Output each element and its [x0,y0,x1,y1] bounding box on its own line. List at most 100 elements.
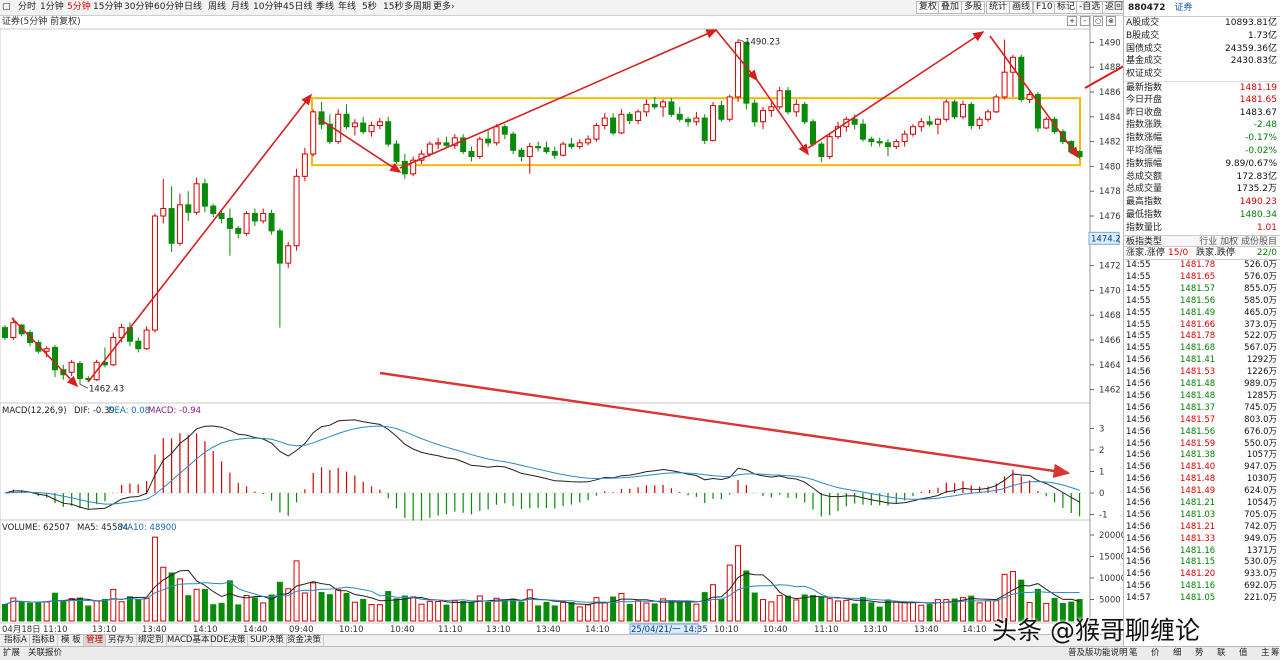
stat-value: 172.83亿 [1236,171,1278,182]
volume-bar [635,600,642,622]
candle-body [760,110,767,123]
indicator-tab-1[interactable]: 指标B [30,635,58,646]
candle-body [368,124,375,133]
candle-body [718,105,725,120]
indicator-tab-6[interactable]: MACD基本 [165,635,213,646]
tick-list[interactable]: 14:55 1481.78 526.0万 14:55 1481.65 576.0万 14:5… [1124,260,1280,605]
tick-volume: 550.0万 [1244,438,1277,449]
candle-body [801,103,808,123]
candle-body [68,361,75,373]
volume-bar [818,597,825,622]
volume-ma10-label: MA10: 48900 [120,523,177,533]
tick-volume: 465.0万 [1244,307,1277,318]
candle-body [993,96,1000,113]
candle-body [443,142,450,146]
volume-bar [776,594,783,622]
candle-body [268,213,275,232]
volume-bar [810,595,817,622]
advance-label: 涨家.涨停 [1126,248,1165,259]
x-tick-label: 25/04/21/一 14:35 [631,625,708,634]
stat-row: 指数振幅 9.89/0.67% [1124,158,1280,171]
status-right-0[interactable]: 普及版功能说明 [1068,647,1128,660]
tick-time: 14:56 [1126,521,1151,532]
tick-time: 14:56 [1126,438,1151,449]
volume-bar [968,595,975,622]
candle-body [218,213,225,219]
volume-bar [201,588,208,622]
volume-bar [718,598,725,622]
trend-arrow [1084,65,1123,89]
tick-time: 14:56 [1126,497,1151,508]
tick-row: 14:56 1481.59 550.0万 [1124,439,1280,451]
status-right-5[interactable]: 联 [1217,647,1226,660]
stat-row: 总成交额 172.83亿 [1124,171,1280,184]
volume-bar [626,603,633,622]
volume-bar [351,601,358,622]
status-left-1[interactable]: 关联报价 [28,647,62,660]
advance-value: 15/0 [1168,248,1189,259]
stat-value: 1480.34 [1239,209,1277,220]
cursor-price-label: 1474.2 [1091,234,1121,244]
indicator-tab-4[interactable]: 另存为 [106,635,137,646]
indicator-tab-7[interactable]: DDE决策 [208,635,249,646]
candle-body [301,153,308,177]
decline-value: 22/0 [1256,248,1277,259]
status-right-3[interactable]: 细 [1173,647,1182,660]
indicator-tab-0[interactable]: 指标A [2,635,30,646]
low-marker-line [79,383,89,389]
candle-body [251,213,258,222]
status-left-0[interactable]: 扩展 [3,647,20,660]
status-right-2[interactable]: 价 [1151,647,1160,660]
candle-body [810,121,817,145]
chart-area: 1462146414661468147014721474147614781480… [0,16,1123,634]
status-right-1[interactable]: 笔 [1129,647,1138,660]
volume-bar [884,599,891,622]
volume-bar [93,600,100,622]
index-name[interactable]: 证券 [1174,3,1192,13]
tick-volume: 1030万 [1246,474,1277,485]
tick-price: 1481.56 [1180,426,1216,437]
x-tick-label: 09:40 [289,625,314,634]
volume-bar [418,603,425,622]
volume-bar [276,581,283,622]
indicator-tab-5[interactable]: 绑定到 [136,635,167,646]
indicator-tab-9[interactable]: 资金决策 [285,635,325,646]
indicator-tab-8[interactable]: SUP决策 [248,635,287,646]
tick-price: 1481.68 [1180,343,1216,354]
tick-row: 14:56 1481.16 1371万 [1124,546,1280,558]
volume-bar [301,592,308,622]
candle-body [984,111,991,120]
x-tick-label: 10:10 [339,625,364,634]
tick-row: 14:56 1481.49 624.0万 [1124,486,1280,498]
volume-bar [126,596,133,622]
tick-time: 14:56 [1126,450,1151,461]
candle-body [376,121,383,126]
tick-volume: 855.0万 [1244,283,1277,294]
stat-label: 指数振幅 [1126,158,1163,169]
candle-body [576,142,583,148]
macd-tick-label: 0 [1099,489,1104,499]
indicator-tab-2[interactable]: 模 板 [59,635,84,646]
price-tick-label: 1486 [1099,88,1121,98]
volume-bar [585,604,592,622]
candle-body [143,329,150,350]
status-right-7[interactable]: 主 [1261,647,1270,660]
candle-body [426,143,433,155]
status-right-6[interactable]: 值 [1239,647,1248,660]
volume-bar [243,595,250,622]
candle-body [976,118,983,126]
tick-volume: 373.0万 [1244,319,1277,330]
candle-body [2,327,8,339]
status-right-4[interactable]: 势 [1195,647,1204,660]
candle-body [435,142,442,145]
x-tick-label: 14:10 [193,625,218,634]
candle-body [701,117,708,141]
stat-value: -0.17% [1245,133,1277,144]
status-right-8[interactable]: 筹 [1271,647,1280,660]
stat-row: B股成交 1.73亿 [1124,30,1280,43]
stat-value: 24359.36亿 [1225,43,1277,54]
x-tick-label: 10:40 [390,625,415,634]
indicator-tab-3[interactable]: 管理 [84,635,107,646]
tick-volume: 530.0万 [1244,557,1277,568]
tick-row: 14:55 1481.56 585.0万 [1124,296,1280,308]
